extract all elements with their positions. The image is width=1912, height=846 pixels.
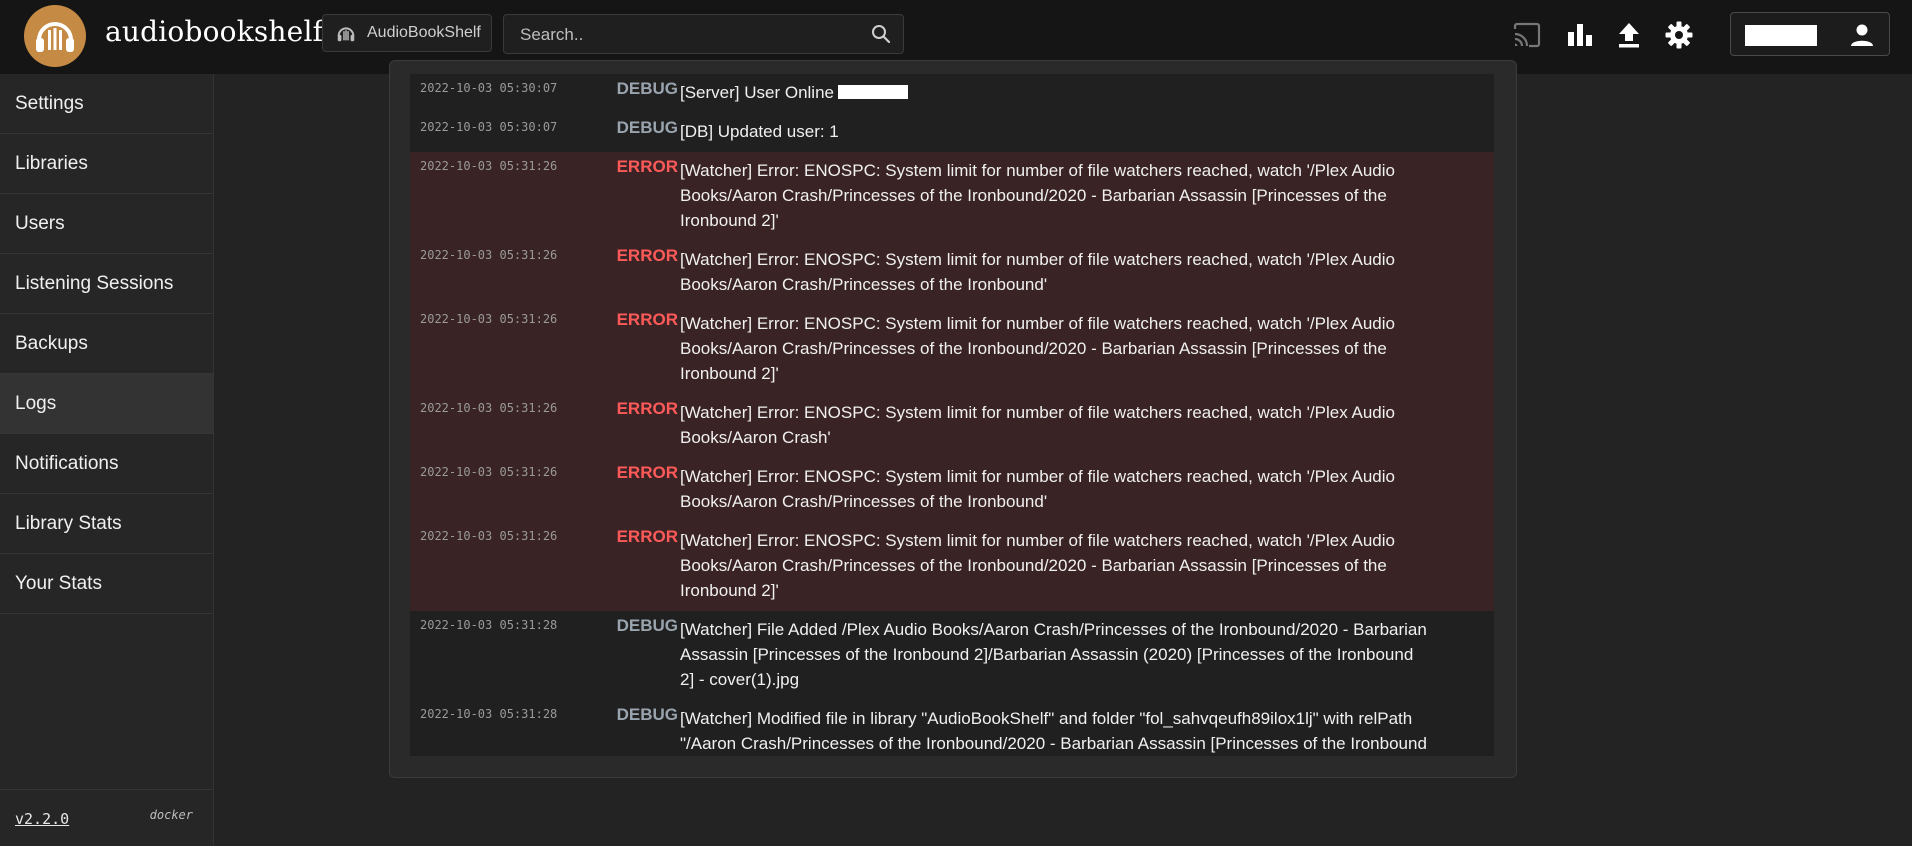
log-timestamp: 2022-10-03 05:31:26 xyxy=(420,401,558,415)
log-message: [Watcher] Error: ENOSPC: System limit fo… xyxy=(680,403,1395,447)
sidebar-item-libraries[interactable]: Libraries xyxy=(0,134,213,194)
log-level: DEBUG xyxy=(616,79,678,98)
sidebar-item-users[interactable]: Users xyxy=(0,194,213,254)
log-level: ERROR xyxy=(616,157,678,176)
log-row: 2022-10-03 05:31:28 DEBUG [Watcher] Modi… xyxy=(410,700,1494,756)
log-timestamp: 2022-10-03 05:31:26 xyxy=(420,465,558,479)
library-selector[interactable]: AudioBookShelf xyxy=(322,14,492,52)
log-message: [Watcher] Error: ENOSPC: System limit fo… xyxy=(680,161,1395,230)
install-type: docker xyxy=(149,808,193,822)
log-message: [DB] Updated user: 1 xyxy=(680,122,839,141)
stats-icon[interactable] xyxy=(1565,20,1595,50)
log-row: 2022-10-03 05:31:28 DEBUG [Watcher] File… xyxy=(410,611,1494,700)
log-level: DEBUG xyxy=(616,118,678,137)
redacted-username xyxy=(1745,25,1817,46)
log-timestamp: 2022-10-03 05:31:28 xyxy=(420,618,558,632)
log-row: 2022-10-03 05:30:07 DEBUG [Server] User … xyxy=(410,74,1494,113)
log-timestamp: 2022-10-03 05:31:26 xyxy=(420,159,558,173)
sidebar-item-logs[interactable]: Logs xyxy=(0,374,213,434)
sidebar-item-your-stats[interactable]: Your Stats xyxy=(0,554,213,614)
log-level: DEBUG xyxy=(616,616,678,635)
log-row: 2022-10-03 05:31:26 ERROR [Watcher] Erro… xyxy=(410,305,1494,394)
sidebar: Settings Libraries Users Listening Sessi… xyxy=(0,74,214,846)
log-message: [Watcher] Error: ENOSPC: System limit fo… xyxy=(680,467,1395,511)
log-message: [Watcher] File Added /Plex Audio Books/A… xyxy=(680,620,1427,689)
app-title[interactable]: audiobookshelf xyxy=(105,15,323,48)
log-timestamp: 2022-10-03 05:30:07 xyxy=(420,81,558,95)
sidebar-item-notifications[interactable]: Notifications xyxy=(0,434,213,494)
log-viewer[interactable]: 2022-10-03 05:30:07 DEBUG [Server] User … xyxy=(410,74,1494,756)
search-icon[interactable] xyxy=(871,24,891,44)
log-timestamp: 2022-10-03 05:30:07 xyxy=(420,120,558,134)
log-row: 2022-10-03 05:31:26 ERROR [Watcher] Erro… xyxy=(410,458,1494,522)
sidebar-item-listening-sessions[interactable]: Listening Sessions xyxy=(0,254,213,314)
search-box[interactable] xyxy=(503,14,904,55)
log-row: 2022-10-03 05:30:07 DEBUG [DB] Updated u… xyxy=(410,113,1494,152)
log-level: ERROR xyxy=(616,310,678,329)
log-message: [Watcher] Error: ENOSPC: System limit fo… xyxy=(680,314,1395,383)
cast-icon[interactable] xyxy=(1512,20,1542,50)
settings-icon[interactable] xyxy=(1664,20,1694,50)
account-icon xyxy=(1851,24,1873,46)
log-row: 2022-10-03 05:31:26 ERROR [Watcher] Erro… xyxy=(410,152,1494,241)
log-timestamp: 2022-10-03 05:31:26 xyxy=(420,248,558,262)
sidebar-item-settings[interactable]: Settings xyxy=(0,74,213,134)
log-message: [Server] User Online xyxy=(680,80,1430,105)
log-timestamp: 2022-10-03 05:31:28 xyxy=(420,707,558,721)
search-input[interactable] xyxy=(518,15,862,55)
log-timestamp: 2022-10-03 05:31:26 xyxy=(420,529,558,543)
log-level: ERROR xyxy=(616,246,678,265)
sidebar-item-library-stats[interactable]: Library Stats xyxy=(0,494,213,554)
log-level: ERROR xyxy=(616,463,678,482)
sidebar-footer: v2.2.0 docker xyxy=(0,789,213,846)
log-message: [Watcher] Error: ENOSPC: System limit fo… xyxy=(680,531,1395,600)
log-message: [Watcher] Modified file in library "Audi… xyxy=(680,709,1427,753)
redacted-username xyxy=(838,85,908,99)
log-timestamp: 2022-10-03 05:31:26 xyxy=(420,312,558,326)
sidebar-item-backups[interactable]: Backups xyxy=(0,314,213,374)
library-audio-icon xyxy=(337,27,355,42)
account-button[interactable] xyxy=(1730,12,1890,56)
log-message: [Watcher] Error: ENOSPC: System limit fo… xyxy=(680,250,1395,294)
audiobookshelf-logo-icon[interactable] xyxy=(24,5,86,67)
upload-icon[interactable] xyxy=(1614,20,1644,50)
log-level: DEBUG xyxy=(616,705,678,724)
library-selector-label: AudioBookShelf xyxy=(367,24,481,41)
log-row: 2022-10-03 05:31:26 ERROR [Watcher] Erro… xyxy=(410,394,1494,458)
log-level: ERROR xyxy=(616,399,678,418)
log-row: 2022-10-03 05:31:26 ERROR [Watcher] Erro… xyxy=(410,522,1494,611)
log-row: 2022-10-03 05:31:26 ERROR [Watcher] Erro… xyxy=(410,241,1494,305)
log-level: ERROR xyxy=(616,527,678,546)
version-link[interactable]: v2.2.0 xyxy=(15,810,69,828)
